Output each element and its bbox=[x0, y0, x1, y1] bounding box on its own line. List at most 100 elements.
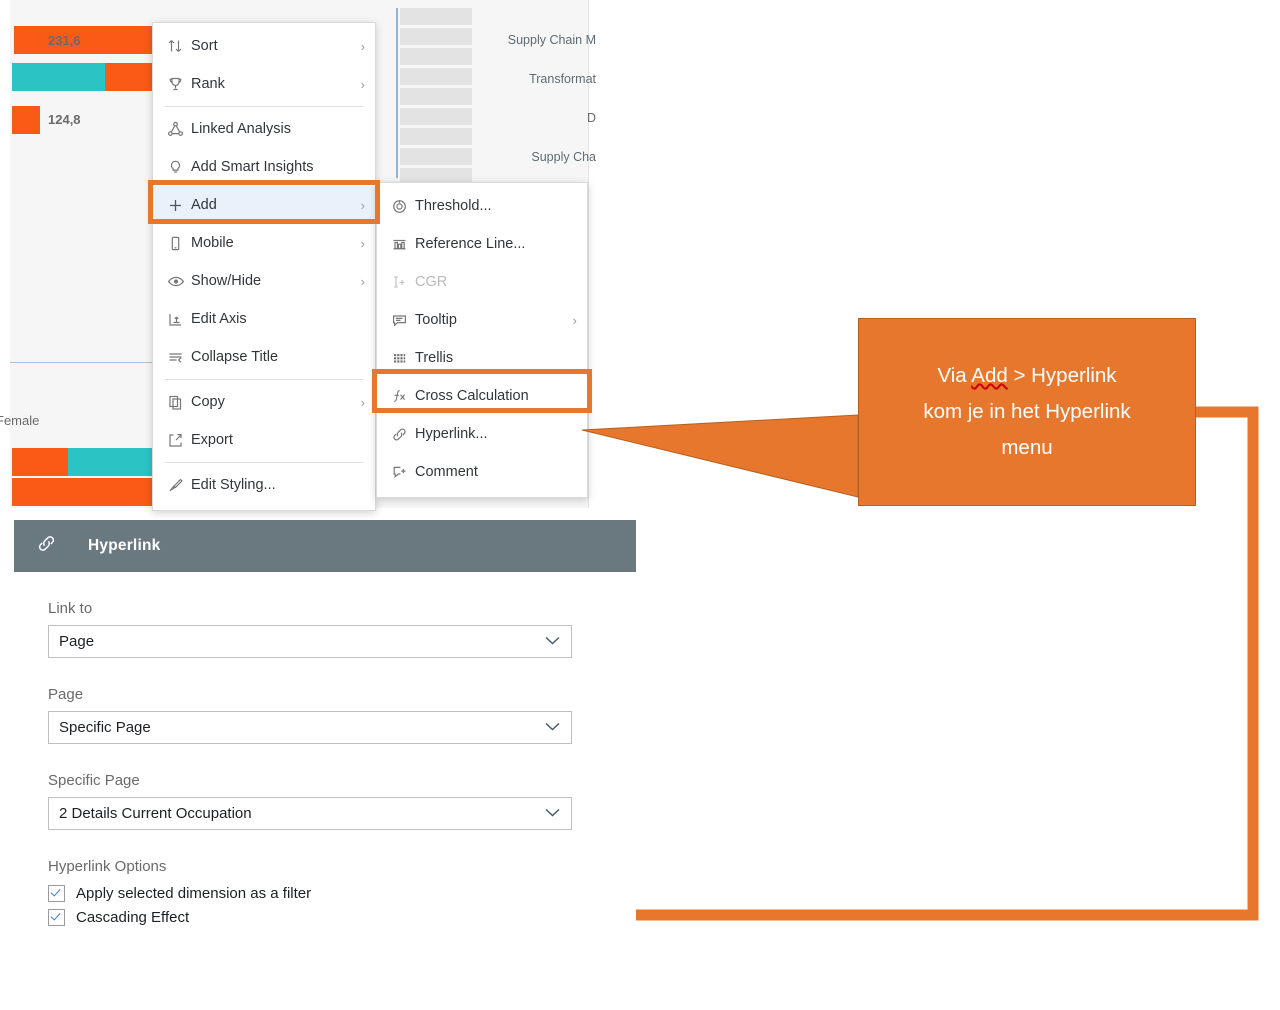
menu-item-add[interactable]: Add › bbox=[153, 186, 375, 224]
chart-grey-row bbox=[400, 148, 472, 165]
chart-grey-row bbox=[400, 88, 472, 105]
chart-grey-rows bbox=[400, 8, 472, 188]
submenu-item-cgr: CGR bbox=[377, 263, 587, 301]
menu-item-rank[interactable]: Rank › bbox=[153, 65, 375, 103]
chart-grey-row bbox=[400, 8, 472, 25]
function-icon bbox=[391, 388, 415, 405]
context-menu[interactable]: Sort › Rank › Linked Analysis Add Smart … bbox=[152, 22, 376, 511]
chart-axis-label-female: Female bbox=[0, 413, 40, 428]
chart-bar-3 bbox=[12, 106, 40, 134]
chart-bar-5 bbox=[12, 478, 156, 506]
dialog-body: Link to Page Page Specific Page Specific… bbox=[14, 572, 636, 926]
submenu-item-label: Reference Line... bbox=[415, 236, 526, 252]
menu-item-export[interactable]: Export bbox=[153, 421, 375, 459]
threshold-icon bbox=[391, 198, 415, 215]
chart-bar-2-teal bbox=[12, 63, 107, 91]
chart-grey-row bbox=[400, 68, 472, 85]
callout-tail bbox=[581, 414, 859, 498]
chevron-down-icon bbox=[544, 634, 561, 649]
hyperlink-dialog: Hyperlink Link to Page Page Specific Pag… bbox=[14, 520, 636, 1010]
menu-separator bbox=[165, 379, 363, 380]
page-select[interactable]: Specific Page bbox=[48, 711, 572, 744]
menu-item-show-hide[interactable]: Show/Hide › bbox=[153, 262, 375, 300]
chart-bar-4-orange bbox=[12, 448, 70, 476]
submenu-item-label: Trellis bbox=[415, 350, 454, 366]
callout-line2: kom je in het Hyperlink bbox=[923, 400, 1131, 423]
option-apply-filter[interactable]: Apply selected dimension as a filter bbox=[48, 885, 600, 902]
menu-item-label: Rank bbox=[191, 76, 225, 92]
checkbox-icon[interactable] bbox=[48, 885, 65, 902]
chart-category-label-2: Transformat bbox=[529, 72, 596, 86]
menu-item-label: Edit Styling... bbox=[191, 477, 276, 493]
menu-item-linked-analysis[interactable]: Linked Analysis bbox=[153, 110, 375, 148]
link-icon bbox=[391, 426, 415, 443]
field-label-page: Page bbox=[48, 686, 84, 703]
field-label-link-to: Link to bbox=[48, 600, 93, 617]
menu-separator bbox=[165, 106, 363, 107]
submenu-item-threshold[interactable]: Threshold... bbox=[377, 187, 587, 225]
chart-grey-row bbox=[400, 48, 472, 65]
submenu-item-cross-calculation[interactable]: Cross Calculation bbox=[377, 377, 587, 415]
callout-line1-spellcheck: Add bbox=[971, 364, 1008, 387]
chart-bar-label-1: 231,6 bbox=[48, 33, 81, 48]
chevron-right-icon: › bbox=[360, 394, 365, 410]
checkbox-icon[interactable] bbox=[48, 909, 65, 926]
menu-item-label: Show/Hide bbox=[191, 273, 262, 289]
chart-category-label-3: D bbox=[586, 111, 596, 125]
add-submenu[interactable]: Threshold... Reference Line... CGR Toolt… bbox=[376, 182, 588, 498]
field-label-specific-page: Specific Page bbox=[48, 772, 140, 789]
chevron-right-icon: › bbox=[360, 76, 365, 92]
submenu-item-label: Tooltip bbox=[415, 312, 457, 328]
page-value: Specific Page bbox=[59, 719, 151, 736]
tooltip-icon bbox=[391, 312, 415, 329]
export-icon bbox=[167, 432, 191, 449]
menu-item-label: Collapse Title bbox=[191, 349, 279, 365]
chart-bar-label-3: 124,8 bbox=[48, 112, 81, 127]
chevron-right-icon: › bbox=[360, 273, 365, 289]
chevron-down-icon bbox=[544, 806, 561, 821]
option-label: Apply selected dimension as a filter bbox=[76, 885, 312, 902]
menu-item-label: Sort bbox=[191, 38, 218, 54]
menu-item-copy[interactable]: Copy › bbox=[153, 383, 375, 421]
chevron-down-icon bbox=[544, 720, 561, 735]
chevron-right-icon: › bbox=[572, 312, 577, 328]
menu-item-label: Copy bbox=[191, 394, 225, 410]
link-icon bbox=[36, 533, 88, 560]
menu-item-mobile[interactable]: Mobile › bbox=[153, 224, 375, 262]
eye-icon bbox=[167, 273, 191, 290]
specific-page-select[interactable]: 2 Details Current Occupation bbox=[48, 797, 572, 830]
chevron-right-icon: › bbox=[360, 235, 365, 251]
menu-item-add-smart-insights[interactable]: Add Smart Insights bbox=[153, 148, 375, 186]
submenu-item-label: Threshold... bbox=[415, 198, 492, 214]
menu-separator bbox=[165, 462, 363, 463]
menu-item-label: Linked Analysis bbox=[191, 121, 291, 137]
screenshot-root: 231,6 124,8 Female Supply Chain M Transf… bbox=[0, 0, 1280, 1010]
submenu-item-comment[interactable]: Comment bbox=[377, 453, 587, 491]
chevron-right-icon: › bbox=[360, 197, 365, 213]
mobile-icon bbox=[167, 235, 191, 252]
submenu-item-trellis[interactable]: Trellis bbox=[377, 339, 587, 377]
link-to-value: Page bbox=[59, 633, 95, 650]
chart-grey-row bbox=[400, 108, 472, 125]
chart-bar-4-teal bbox=[68, 448, 156, 476]
callout-line1-suffix: > Hyperlink bbox=[1007, 364, 1117, 387]
chart-category-label-4: Supply Cha bbox=[531, 150, 596, 164]
callout-line3: menu bbox=[1001, 436, 1053, 459]
menu-item-label: Add bbox=[191, 197, 217, 213]
copy-icon bbox=[167, 394, 191, 411]
submenu-item-label: Comment bbox=[415, 464, 478, 480]
option-cascading-effect[interactable]: Cascading Effect bbox=[48, 909, 600, 926]
submenu-item-reference-line[interactable]: Reference Line... bbox=[377, 225, 587, 263]
submenu-item-hyperlink[interactable]: Hyperlink... bbox=[377, 415, 587, 453]
link-to-select[interactable]: Page bbox=[48, 625, 572, 658]
comment-icon bbox=[391, 464, 415, 481]
callout-line1-prefix: Via bbox=[937, 364, 972, 387]
menu-item-edit-styling[interactable]: Edit Styling... bbox=[153, 466, 375, 504]
menu-item-collapse-title[interactable]: Collapse Title bbox=[153, 338, 375, 376]
menu-item-sort[interactable]: Sort › bbox=[153, 27, 375, 65]
menu-item-edit-axis[interactable]: Edit Axis bbox=[153, 300, 375, 338]
dialog-header: Hyperlink bbox=[14, 520, 636, 572]
cgr-icon bbox=[391, 274, 415, 291]
submenu-item-tooltip[interactable]: Tooltip › bbox=[377, 301, 587, 339]
chart-vertical-rule bbox=[396, 8, 398, 178]
